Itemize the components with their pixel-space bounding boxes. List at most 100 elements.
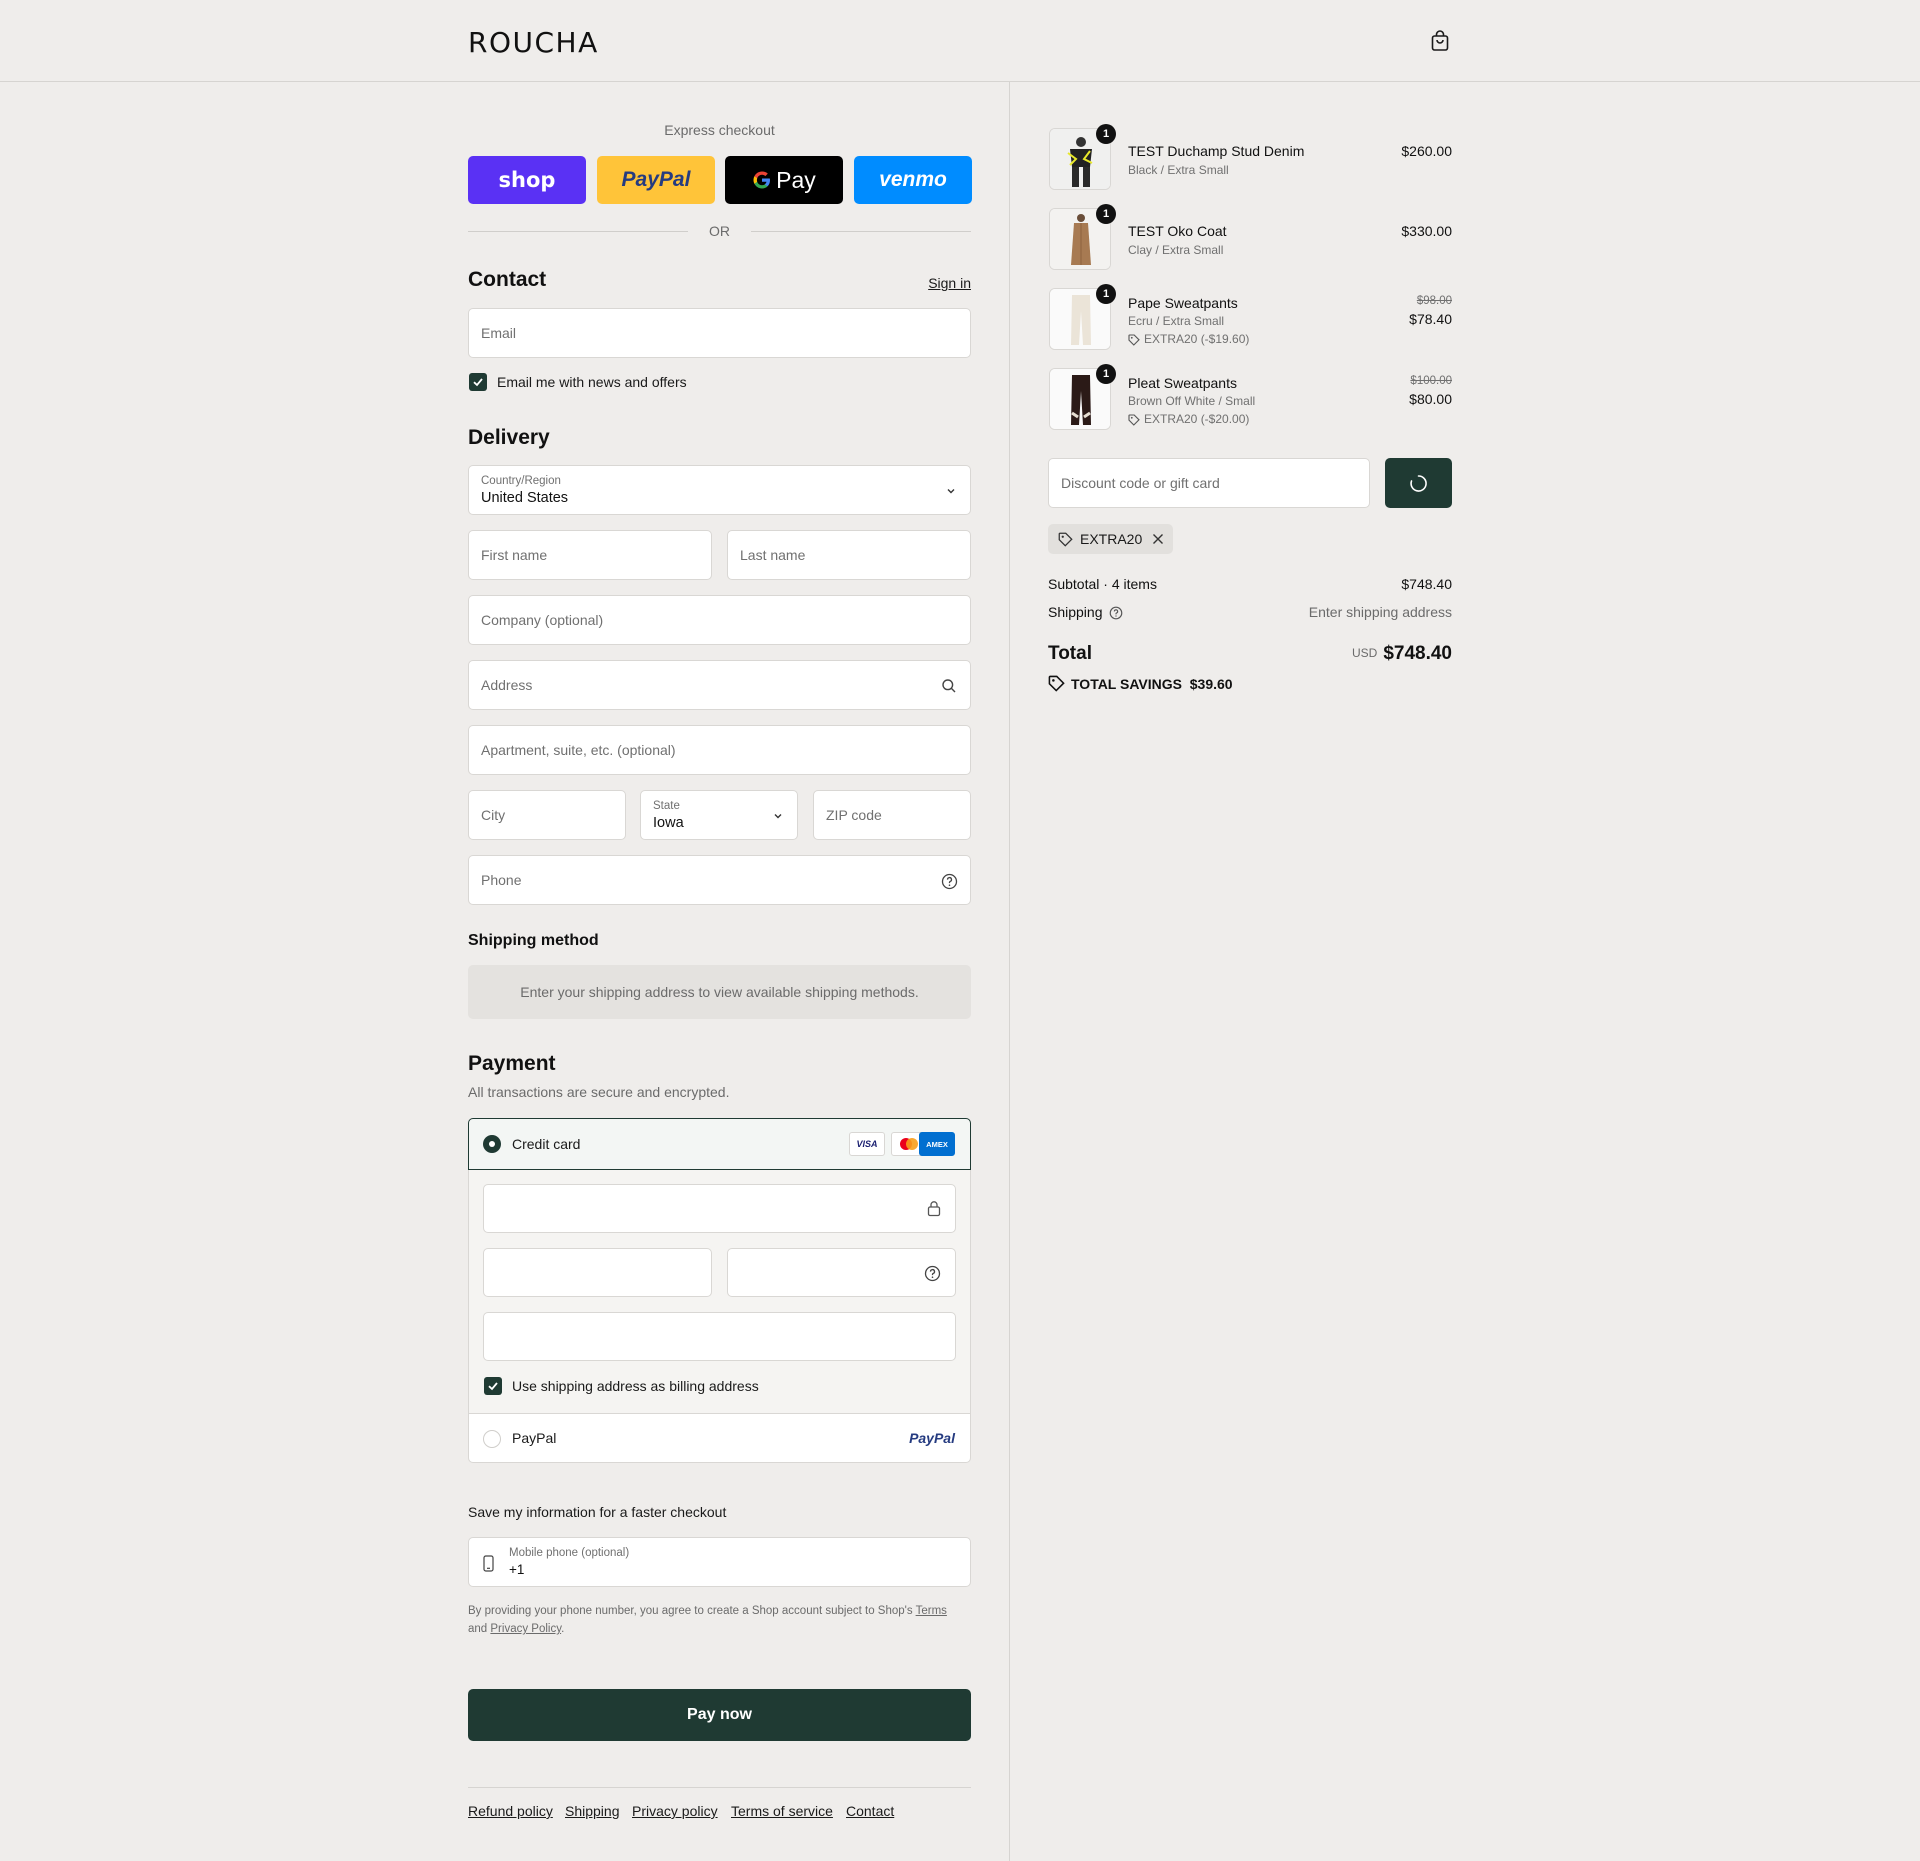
city-field[interactable]: City xyxy=(468,790,626,840)
checkmark-icon xyxy=(473,378,483,387)
search-icon xyxy=(942,679,956,693)
sign-in-link[interactable]: Sign in xyxy=(928,275,971,291)
first-name-placeholder: First name xyxy=(481,547,548,563)
credit-card-label: Credit card xyxy=(512,1136,581,1152)
card-number-field[interactable] xyxy=(483,1184,956,1233)
state-label: State xyxy=(653,800,680,812)
applied-discount-code: EXTRA20 xyxy=(1080,531,1143,547)
terms-of-service-link[interactable]: Terms of service xyxy=(731,1803,833,1819)
currency-code: USD xyxy=(1351,646,1378,660)
or-divider: OR xyxy=(468,222,971,242)
cart-item: 1 Pleat Sweatpants Brown Off White / Sma… xyxy=(1048,364,1452,432)
card-expiry-field[interactable] xyxy=(483,1248,712,1297)
quantity-badge: 1 xyxy=(1096,284,1116,304)
item-original-price: $100.00 xyxy=(1410,375,1452,387)
venmo-label: venmo xyxy=(879,168,947,191)
apartment-field[interactable]: Apartment, suite, etc. (optional) xyxy=(468,725,971,775)
total-savings-label: TOTAL SAVINGS xyxy=(1071,676,1182,692)
apartment-placeholder: Apartment, suite, etc. (optional) xyxy=(481,742,676,758)
terms-link[interactable]: Terms xyxy=(916,1605,947,1617)
credit-card-radio[interactable] xyxy=(483,1135,501,1153)
loading-spinner-icon xyxy=(1410,475,1427,492)
zip-field[interactable]: ZIP code xyxy=(813,790,971,840)
help-icon[interactable] xyxy=(941,873,958,890)
billing-address-label: Use shipping address as billing address xyxy=(512,1378,759,1394)
mobile-phone-field[interactable]: Mobile phone (optional) +1 xyxy=(468,1537,971,1587)
save-info-title: Save my information for a faster checkou… xyxy=(468,1504,727,1520)
privacy-policy-footer-link[interactable]: Privacy policy xyxy=(632,1803,718,1819)
paypal-logo: PayPal xyxy=(909,1430,955,1446)
tag-icon xyxy=(1058,532,1073,547)
last-name-placeholder: Last name xyxy=(740,547,806,563)
last-name-field[interactable]: Last name xyxy=(727,530,971,580)
legal-text: By providing your phone number, you agre… xyxy=(468,1602,971,1638)
total-savings-value: $39.60 xyxy=(1189,676,1233,692)
legal-text-end: . xyxy=(561,1623,565,1635)
shipping-link[interactable]: Shipping xyxy=(565,1803,620,1819)
google-pay-button[interactable]: Pay xyxy=(725,156,843,204)
brand-logo[interactable]: ROUCHA xyxy=(468,26,599,59)
cart-item: 1 TEST Duchamp Stud Denim Black / Extra … xyxy=(1048,124,1452,192)
cart-item: 1 TEST Oko Coat Clay / Extra Small $330.… xyxy=(1048,204,1452,272)
company-field[interactable]: Company (optional) xyxy=(468,595,971,645)
email-placeholder: Email xyxy=(481,325,517,341)
paypal-option[interactable]: PayPal PayPal xyxy=(468,1413,971,1463)
tag-icon xyxy=(1128,414,1140,426)
subtotal-label: Subtotal · 4 items xyxy=(1048,576,1157,592)
country-select[interactable]: Country/Region United States xyxy=(468,465,971,515)
state-select[interactable]: State Iowa xyxy=(640,790,798,840)
item-discount: EXTRA20 (-$20.00) xyxy=(1128,412,1249,426)
quantity-badge: 1 xyxy=(1096,204,1116,224)
venmo-button[interactable]: venmo xyxy=(854,156,972,204)
footer-divider xyxy=(468,1787,971,1788)
help-icon[interactable] xyxy=(1109,606,1123,620)
mastercard-circles-icon xyxy=(900,1138,918,1150)
tag-icon xyxy=(1048,675,1065,692)
phone-field[interactable]: Phone xyxy=(468,855,971,905)
newsletter-checkbox[interactable] xyxy=(469,373,487,391)
paypal-label: PayPal xyxy=(621,168,691,191)
discount-code-field[interactable]: Discount code or gift card xyxy=(1048,458,1370,508)
amex-icon: AMEX xyxy=(919,1132,955,1156)
card-security-code-field[interactable] xyxy=(727,1248,956,1297)
paypal-radio[interactable] xyxy=(483,1430,501,1448)
item-discount-text: EXTRA20 (-$20.00) xyxy=(1144,412,1250,426)
item-variant: Black / Extra Small xyxy=(1128,163,1229,177)
visa-icon: VISA xyxy=(849,1132,885,1156)
close-icon[interactable] xyxy=(1152,533,1164,545)
payment-subtitle: All transactions are secure and encrypte… xyxy=(468,1084,730,1100)
item-name: Pleat Sweatpants xyxy=(1128,375,1237,391)
first-name-field[interactable]: First name xyxy=(468,530,712,580)
country-label: Country/Region xyxy=(481,475,561,487)
city-placeholder: City xyxy=(481,807,506,823)
shopping-bag-icon[interactable] xyxy=(1430,30,1450,52)
phone-placeholder: Phone xyxy=(481,872,522,888)
total-value: $748.40 xyxy=(1383,643,1452,664)
item-name: TEST Duchamp Stud Denim xyxy=(1128,143,1305,159)
google-pay-label: Pay xyxy=(776,166,816,193)
billing-address-checkbox[interactable] xyxy=(484,1377,502,1395)
state-value: Iowa xyxy=(653,815,684,831)
refund-policy-link[interactable]: Refund policy xyxy=(468,1803,553,1819)
paypal-button[interactable]: PayPal xyxy=(597,156,715,204)
header: ROUCHA xyxy=(0,0,1920,82)
privacy-policy-link[interactable]: Privacy Policy xyxy=(490,1623,561,1635)
apply-discount-button[interactable] xyxy=(1385,458,1452,508)
shipping-method-message: Enter your shipping address to view avai… xyxy=(468,965,971,1019)
help-icon[interactable] xyxy=(924,1265,941,1282)
item-price: $330.00 xyxy=(1401,223,1452,239)
item-name: TEST Oko Coat xyxy=(1128,223,1227,239)
mobile-phone-label: Mobile phone (optional) xyxy=(509,1547,630,1559)
shop-pay-button[interactable]: shop xyxy=(468,156,586,204)
contact-link[interactable]: Contact xyxy=(846,1803,894,1819)
credit-card-option[interactable]: Credit card VISA AMEX xyxy=(468,1118,971,1170)
cart-item: 1 Pape Sweatpants Ecru / Extra Small EXT… xyxy=(1048,284,1452,352)
card-name-field[interactable] xyxy=(483,1312,956,1361)
item-price: $80.00 xyxy=(1409,391,1452,407)
email-field[interactable]: Email xyxy=(468,308,971,358)
shipping-summary-label: Shipping xyxy=(1048,604,1103,620)
pay-now-button[interactable]: Pay now xyxy=(468,1689,971,1741)
amex-text: AMEX xyxy=(926,1139,948,1149)
address-field[interactable]: Address xyxy=(468,660,971,710)
quantity-badge: 1 xyxy=(1096,364,1116,384)
